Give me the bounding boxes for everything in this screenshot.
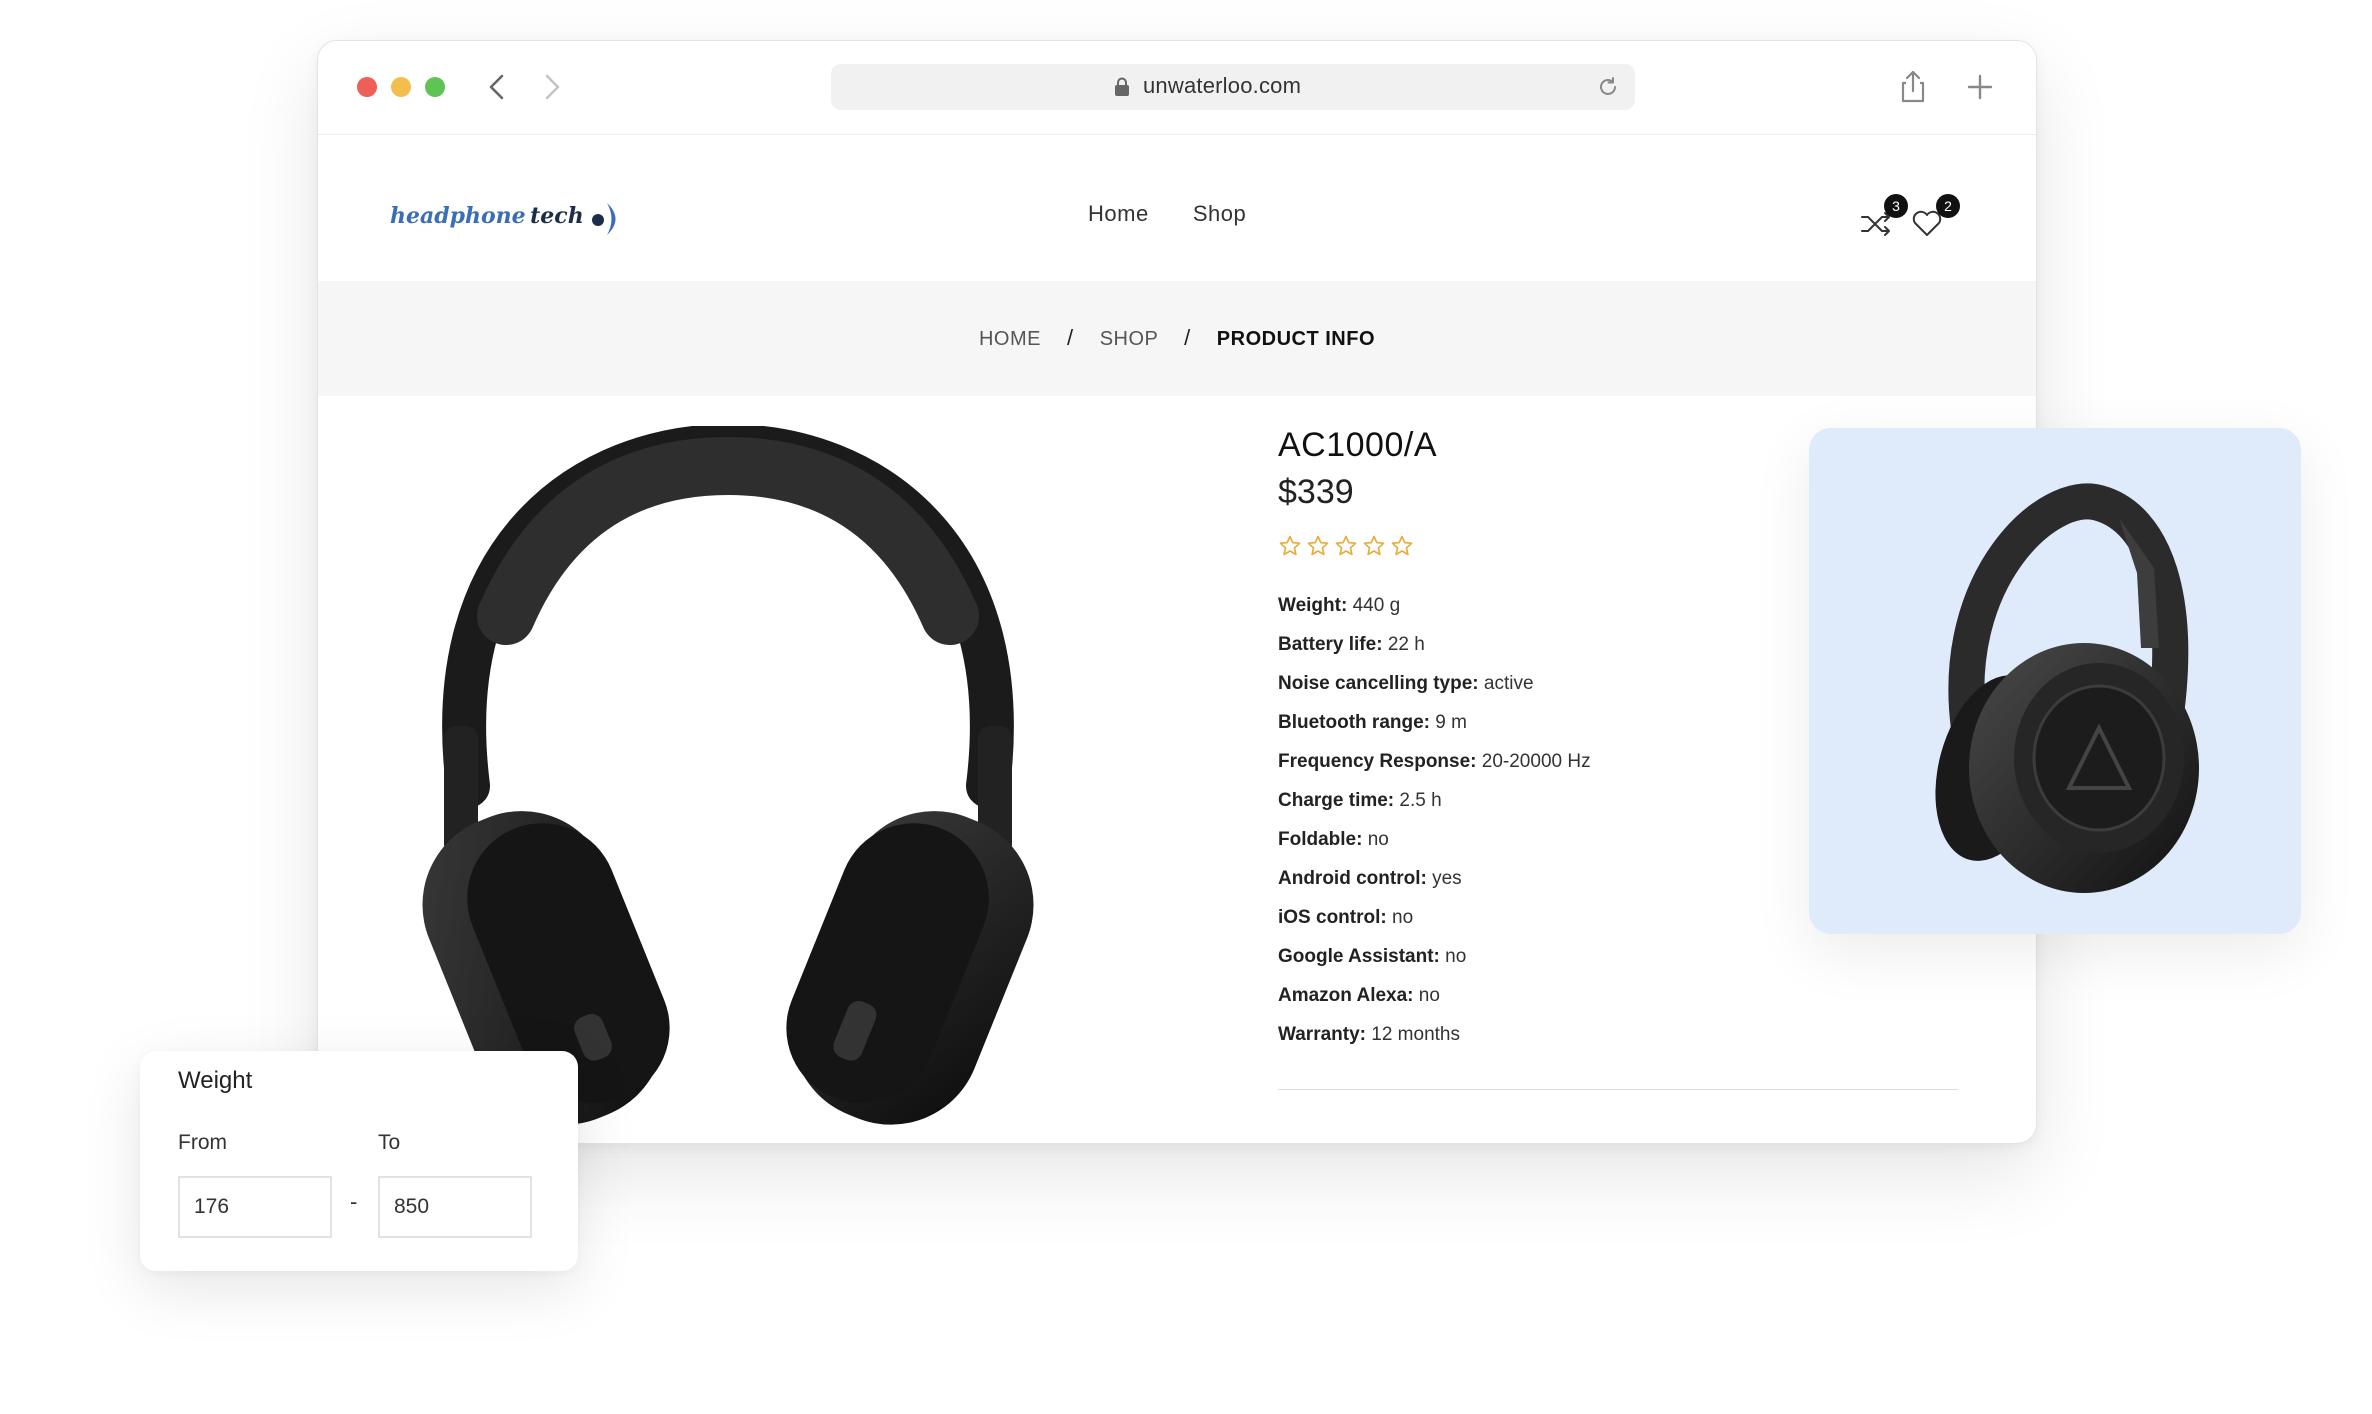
spec-row: Amazon Alexa: no: [1278, 976, 1998, 1015]
star-icon[interactable]: [1306, 534, 1330, 558]
spec-label: Battery life:: [1278, 634, 1383, 655]
headphones-side-image: [1935, 483, 2199, 893]
divider: [1278, 1089, 1958, 1090]
browser-toolbar: unwaterloo.com: [318, 41, 2036, 135]
spec-value: no: [1392, 907, 1414, 928]
spec-label: iOS control:: [1278, 907, 1387, 928]
spec-value: no: [1418, 985, 1440, 1006]
forward-arrow-icon[interactable]: [533, 69, 569, 105]
reload-icon[interactable]: [1595, 74, 1621, 100]
spec-label: Warranty:: [1278, 1024, 1366, 1045]
close-window-button[interactable]: [357, 77, 377, 97]
spec-label: Frequency Response:: [1278, 751, 1477, 772]
weight-filter-card: Weight From To 176 - 850: [140, 1051, 578, 1271]
spec-label: Android control:: [1278, 868, 1427, 889]
logo-word-headphone: headphone: [390, 203, 526, 230]
spec-value: 440 g: [1352, 595, 1401, 616]
spec-value: 9 m: [1435, 712, 1467, 733]
weight-from-input[interactable]: 176: [178, 1176, 332, 1238]
breadcrumb-home[interactable]: HOME: [979, 328, 1041, 350]
breadcrumb-band: HOME / SHOP / PRODUCT INFO: [318, 281, 2036, 396]
breadcrumb: HOME / SHOP / PRODUCT INFO: [318, 325, 2036, 351]
to-label: To: [378, 1131, 401, 1154]
wishlist-count-badge: 2: [1936, 194, 1960, 218]
star-icon[interactable]: [1278, 534, 1302, 558]
spec-label: Noise cancelling type:: [1278, 673, 1479, 694]
new-tab-plus-icon[interactable]: [1960, 67, 2000, 107]
breadcrumb-shop[interactable]: SHOP: [1100, 328, 1158, 350]
spec-row: Google Assistant: no: [1278, 937, 1998, 976]
back-arrow-icon[interactable]: [480, 69, 516, 105]
range-dash: -: [350, 1189, 358, 1214]
spec-label: Charge time:: [1278, 790, 1395, 811]
breadcrumb-current: PRODUCT INFO: [1216, 328, 1376, 350]
site-logo[interactable]: headphone tech: [390, 199, 624, 249]
spec-value: 20-20000 Hz: [1481, 751, 1591, 772]
lock-icon: [1113, 77, 1131, 97]
spec-value: no: [1445, 946, 1467, 967]
filter-title: Weight: [178, 1067, 253, 1094]
spec-value: 12 months: [1371, 1024, 1460, 1045]
spec-value: 22 h: [1387, 634, 1425, 655]
browser-window: unwaterloo.com headphone tech Home Shop: [317, 40, 2037, 1144]
spec-label: Bluetooth range:: [1278, 712, 1430, 733]
breadcrumb-separator: /: [1184, 325, 1191, 350]
logo-word-tech: tech: [530, 203, 584, 230]
main-menu: Home Shop: [1088, 201, 1284, 227]
spec-label: Weight:: [1278, 595, 1348, 616]
spec-label: Amazon Alexa:: [1278, 985, 1414, 1006]
spec-value: no: [1367, 829, 1389, 850]
spec-value: yes: [1432, 868, 1462, 889]
star-icon[interactable]: [1362, 534, 1386, 558]
product-image[interactable]: [398, 423, 1058, 1126]
address-bar[interactable]: unwaterloo.com: [831, 64, 1635, 110]
spec-value: active: [1483, 673, 1534, 694]
logo-sound-icon: [592, 203, 616, 235]
spec-label: Google Assistant:: [1278, 946, 1440, 967]
headphones-image: [422, 423, 1034, 1125]
breadcrumb-separator: /: [1067, 325, 1074, 350]
url-text: unwaterloo.com: [1143, 73, 1302, 98]
featured-product-card[interactable]: [1809, 428, 2301, 934]
spec-value: 2.5 h: [1399, 790, 1442, 811]
from-label: From: [178, 1131, 227, 1154]
compare-count-badge: 3: [1884, 194, 1908, 218]
menu-item-home[interactable]: Home: [1088, 201, 1149, 226]
star-icon[interactable]: [1390, 534, 1414, 558]
minimize-window-button[interactable]: [391, 77, 411, 97]
star-icon[interactable]: [1334, 534, 1358, 558]
spec-label: Foldable:: [1278, 829, 1363, 850]
weight-to-input[interactable]: 850: [378, 1176, 532, 1238]
maximize-window-button[interactable]: [425, 77, 445, 97]
site-header: headphone tech Home Shop 3 2: [318, 135, 2036, 281]
share-icon[interactable]: [1893, 67, 1933, 107]
menu-item-shop[interactable]: Shop: [1193, 201, 1246, 226]
spec-row: Warranty: 12 months: [1278, 1015, 1998, 1054]
